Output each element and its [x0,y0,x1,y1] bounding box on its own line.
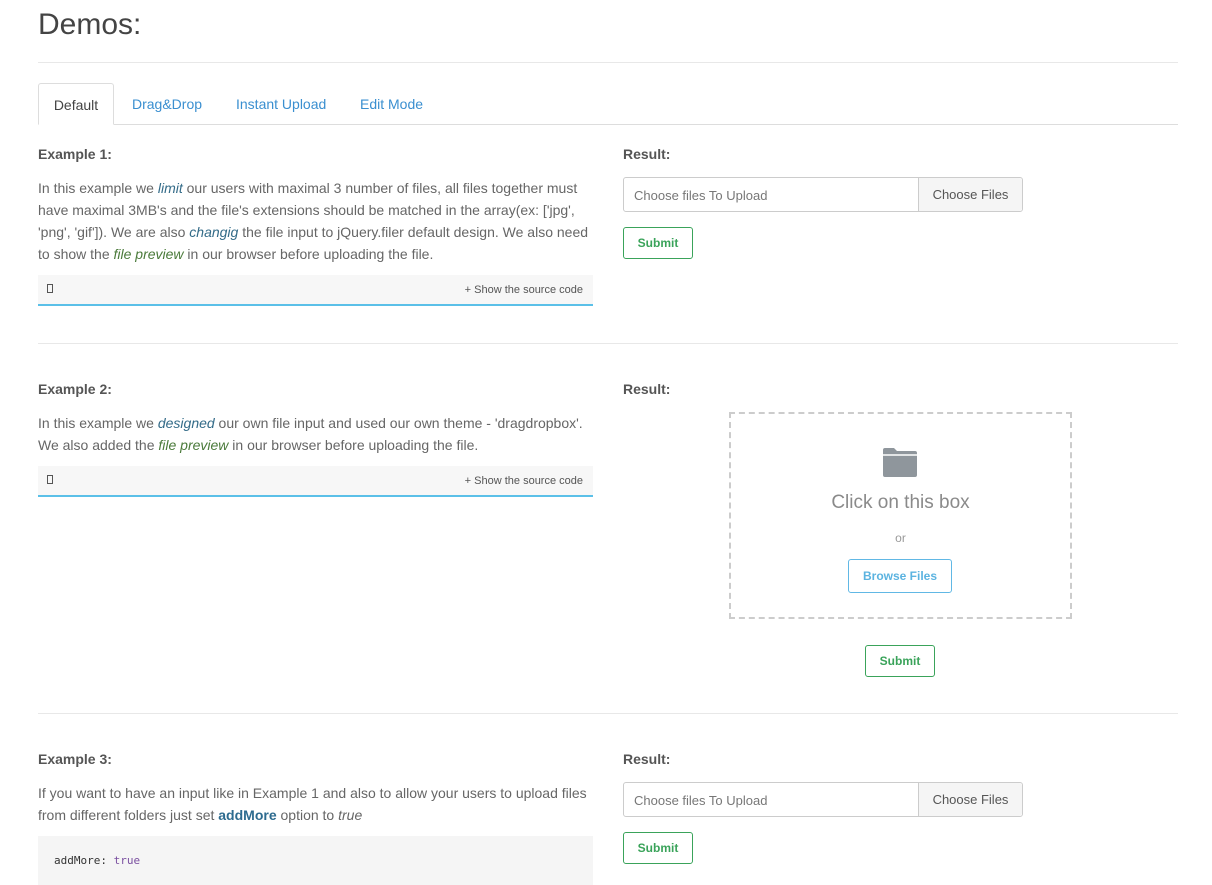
source-code-toggle-2[interactable]: + Show the source code [38,466,593,497]
square-glyph-icon [47,284,53,293]
code-line: addMore: true [54,854,141,867]
source-code-toggle-1[interactable]: + Show the source code [38,275,593,306]
example-2-description: In this example we designed our own file… [38,415,583,453]
file-input-placeholder: Choose files To Upload [634,188,768,203]
show-source-link[interactable]: + Show the source code [465,475,583,487]
example-2-title: Example 2: [38,381,112,397]
drop-box-or: or [895,531,906,545]
example-1-title: Example 1: [38,146,112,162]
result-1-label: Result: [623,146,671,162]
tab-default[interactable]: Default [38,83,114,125]
file-input-placeholder: Choose files To Upload [634,793,768,808]
divider [38,62,1178,63]
file-input-3[interactable]: Choose files To Upload Choose Files [623,782,1023,817]
page-title: Demos: [38,8,142,41]
tab-instant-upload[interactable]: Instant Upload [236,83,326,125]
choose-files-button[interactable]: Choose Files [918,783,1022,816]
example-3-title: Example 3: [38,751,112,767]
submit-button-3[interactable]: Submit [623,832,693,864]
show-source-link[interactable]: + Show the source code [465,284,583,296]
example-1-description: In this example we limit our users with … [38,180,589,262]
result-3-label: Result: [623,751,671,767]
file-input-1[interactable]: Choose files To Upload Choose Files [623,177,1023,212]
tab-bar: Default Drag&Drop Instant Upload Edit Mo… [38,83,1178,125]
example-3-description: If you want to have an input like in Exa… [38,785,587,823]
divider [38,343,1178,344]
divider [38,713,1178,714]
square-glyph-icon [47,475,53,484]
drag-drop-box[interactable]: Click on this box or Browse Files [729,412,1072,619]
tab-drag-drop[interactable]: Drag&Drop [132,83,202,125]
choose-files-button[interactable]: Choose Files [918,178,1022,211]
submit-button-2[interactable]: Submit [865,645,935,677]
tab-edit-mode[interactable]: Edit Mode [360,83,423,125]
browse-files-button[interactable]: Browse Files [848,559,952,593]
drop-box-title: Click on this box [831,492,970,513]
submit-button-1[interactable]: Submit [623,227,693,259]
folder-icon [883,448,917,477]
result-2-label: Result: [623,381,671,397]
code-block: addMore: true [38,836,593,885]
